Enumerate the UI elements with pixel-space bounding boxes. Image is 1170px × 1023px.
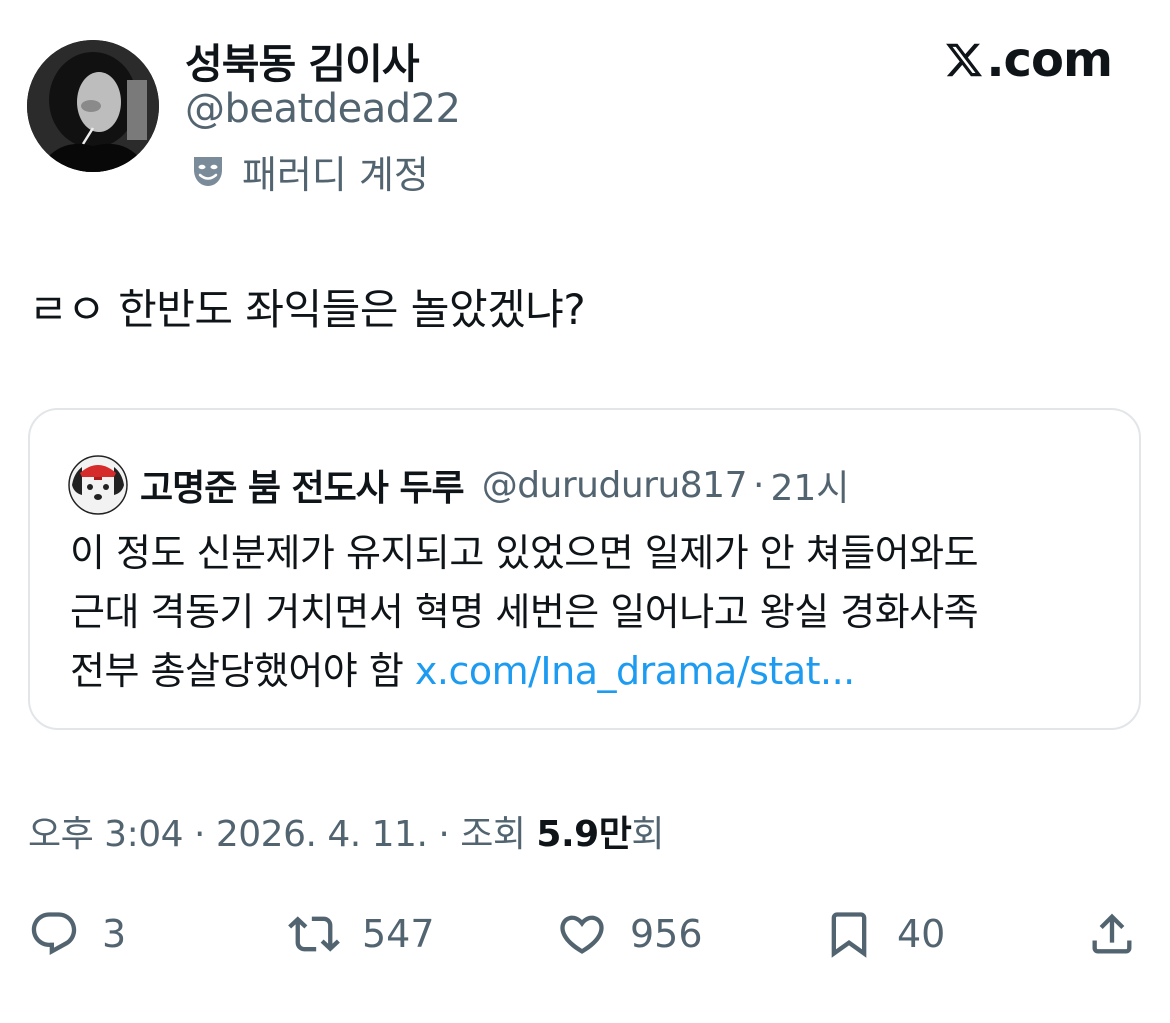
author-display-name[interactable]: 성북동 김이사 [185,30,420,90]
quoted-tweet-text: 이 정도 신분제가 유지되고 있었으면 일제가 안 쳐들어와도 근대 격동기 거… [70,524,1120,701]
theater-mask-icon [194,157,222,186]
tweet-meta: 오후 3:04 · 2026. 4. 11. · 조회 5.9만회 [28,805,664,857]
x-logo: .com [944,32,1113,88]
separator-dot: · [752,464,765,506]
bookmark-icon [831,912,867,958]
reply-icon [31,912,77,956]
view-count: 5.9만 [536,814,632,855]
action-bar: 3 547 956 40 [0,900,1170,970]
quoted-tweet-card[interactable]: 고명준 붐 전도사 두루 @duruduru817 · 21시 이 정도 신분제… [28,408,1141,730]
quoted-text-line: 이 정도 신분제가 유지되고 있었으면 일제가 안 쳐들어와도 [70,531,979,575]
author-handle[interactable]: @beatdead22 [185,86,461,132]
like-button[interactable]: 956 [556,908,703,960]
bookmark-count: 40 [897,912,946,956]
bookmark-button[interactable]: 40 [823,908,945,960]
view-count-suffix: 회 [631,814,664,855]
parody-account-label: 패러디 계정 [242,152,429,197]
share-button[interactable] [1086,908,1138,960]
repost-button[interactable]: 547 [288,908,435,960]
repost-count: 547 [362,912,435,956]
quoted-tweet-time[interactable]: 21시 [770,459,849,511]
x-logo-icon [946,43,983,77]
repost-icon [288,916,340,952]
quoted-author-display-name[interactable]: 고명준 붐 전도사 두루 [140,459,465,511]
reply-count: 3 [102,912,127,956]
like-count: 956 [630,912,703,956]
parody-account-badge: 패러디 계정 [188,146,429,197]
quoted-author-avatar[interactable] [68,455,128,515]
quoted-author-handle[interactable]: @duruduru817 [482,465,748,506]
quoted-text-line: 전부 총살당했어야 함 [70,649,415,693]
tweet-timestamp[interactable]: 오후 3:04 · 2026. 4. 11. · 조회 [28,814,536,855]
reply-button[interactable]: 3 [28,908,126,960]
share-icon [1092,913,1132,954]
heart-icon [560,915,604,954]
tweet-text: ㄹㅇ 한반도 좌익들은 놀았겠냐? [29,285,586,334]
x-logo-text: .com [986,32,1113,88]
author-avatar[interactable] [27,40,159,172]
quoted-tweet-link[interactable]: x.com/Ina_drama/stat... [415,649,855,693]
quoted-text-line-with-link: 전부 총살당했어야 함 x.com/Ina_drama/stat... [70,642,1120,701]
quoted-text-line: 근대 격동기 거치면서 혁명 세번은 일어나고 왕실 경화사족 [70,590,979,634]
quoted-tweet-header: 고명준 붐 전도사 두루 @duruduru817 · 21시 [68,452,849,518]
